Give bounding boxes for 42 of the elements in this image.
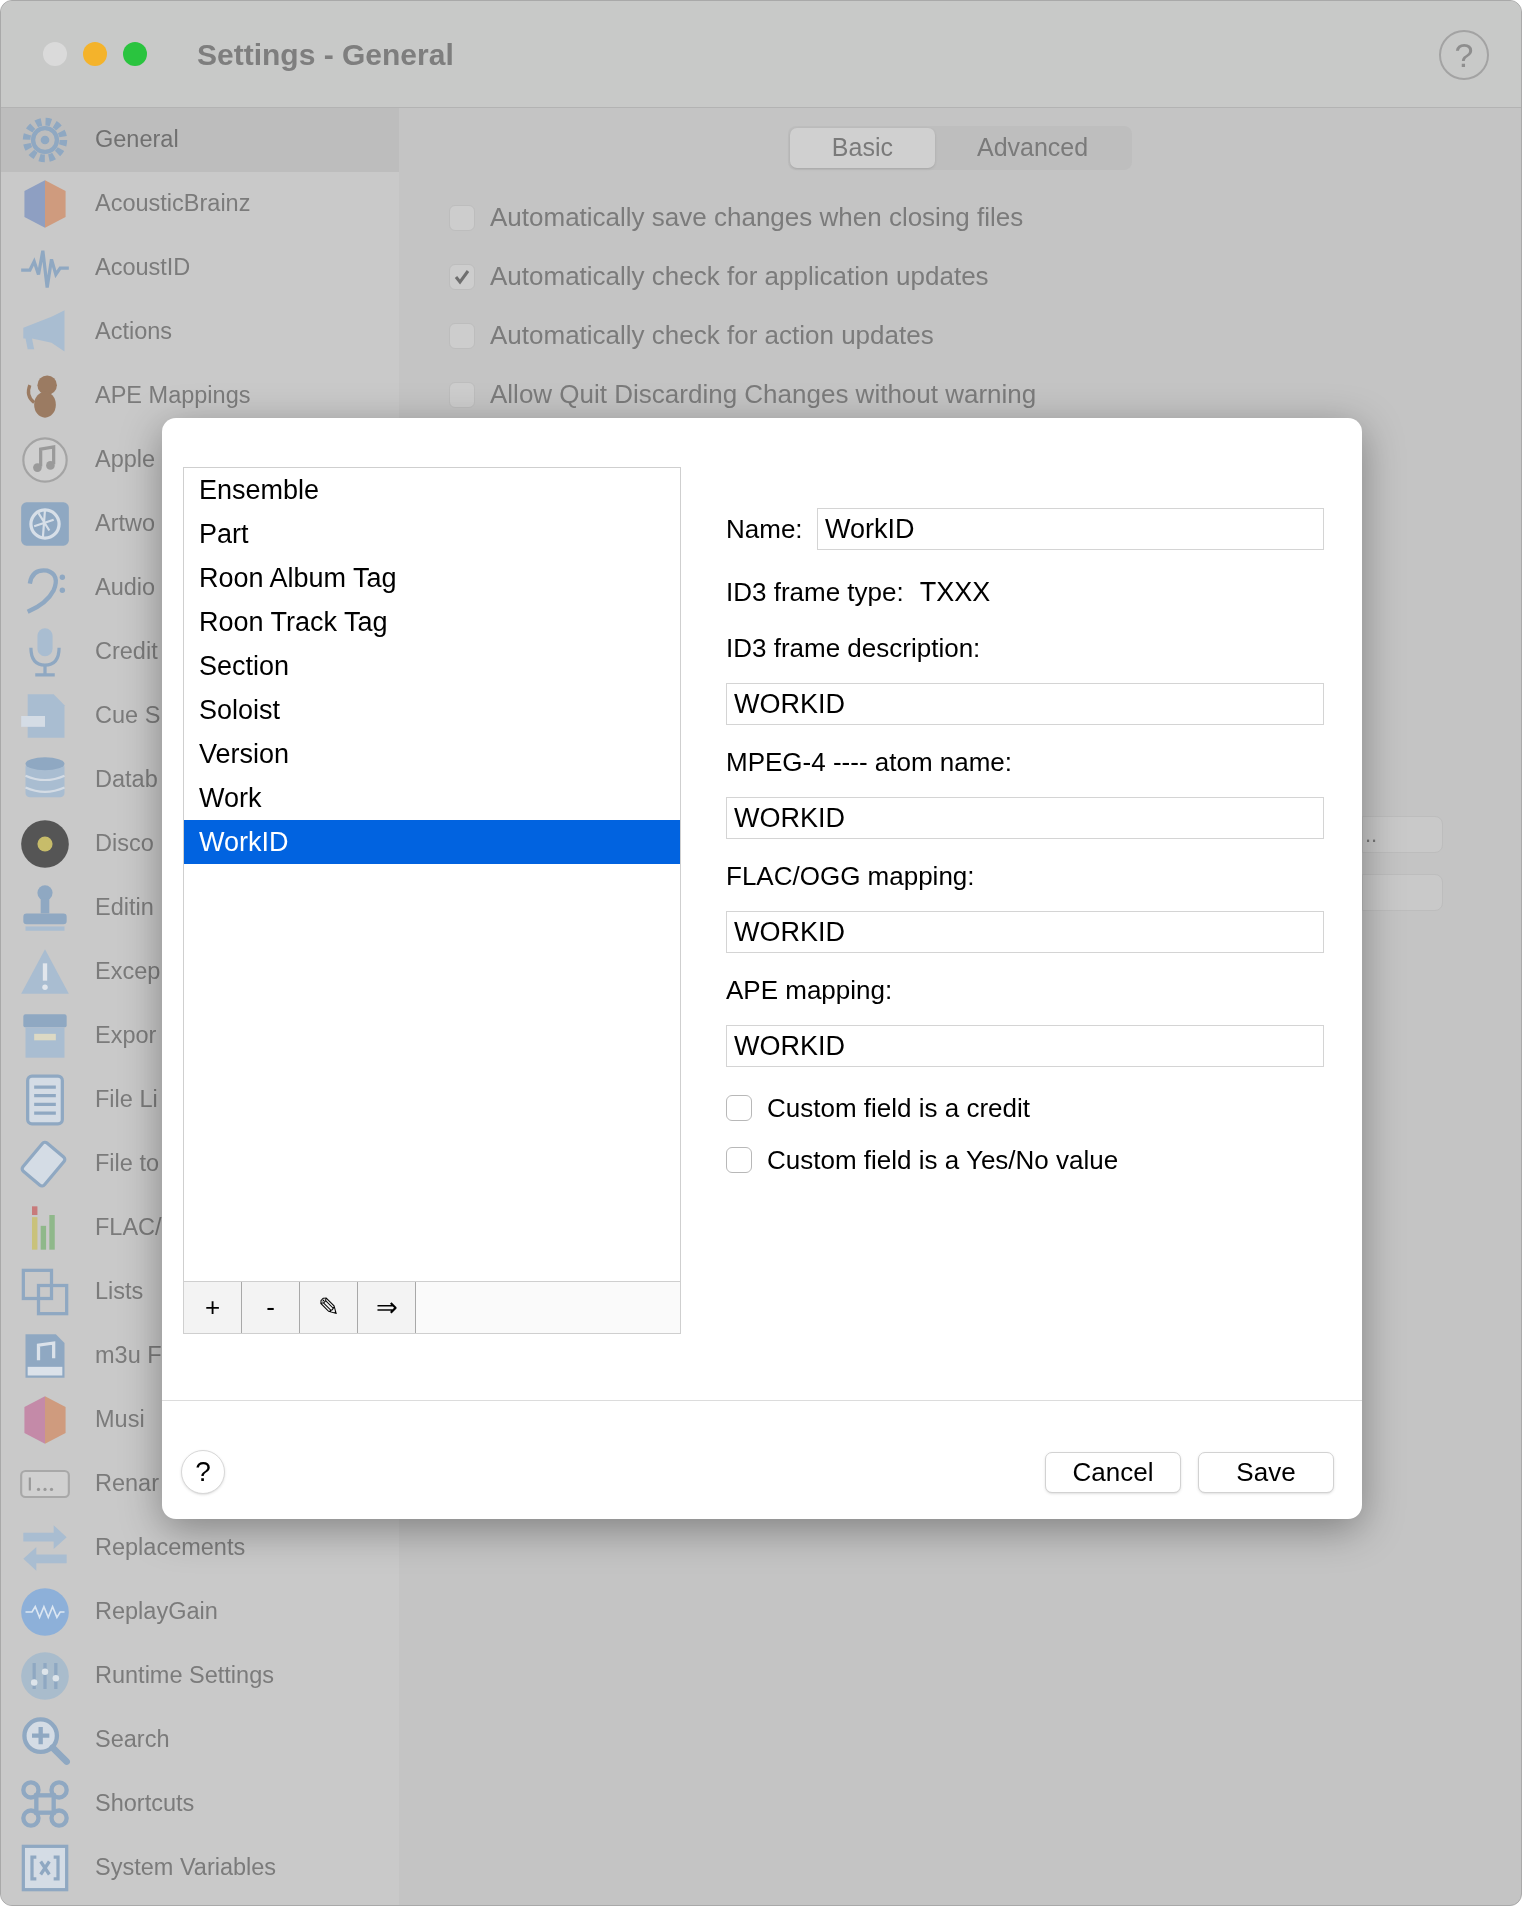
sidebar-label: m3u F — [95, 1341, 162, 1371]
sidebar-label: Musi — [95, 1405, 145, 1435]
sidebar-label: Datab — [95, 765, 158, 795]
sidebar-label: Apple — [95, 445, 156, 475]
field-label: APE mapping: — [726, 973, 894, 1007]
option-label: Allow Quit Discarding Changes without warning — [490, 378, 1037, 411]
sidebar-label: AcoustID — [95, 253, 191, 283]
sidebar-label: Expor — [95, 1021, 157, 1051]
option-label: Automatically save changes when closing files — [490, 201, 1024, 234]
sidebar-label: Shortcuts — [95, 1789, 195, 1819]
field-label: FLAC/OGG mapping: — [726, 859, 976, 893]
sidebar-label: Actions — [95, 317, 173, 347]
sidebar-label: ReplayGain — [95, 1597, 218, 1627]
field-label: MPEG-4 ---- atom name: — [726, 745, 1014, 779]
sidebar-label: File to — [95, 1149, 159, 1179]
sidebar-label: File Li — [95, 1085, 158, 1115]
sidebar-label: System Variables — [95, 1853, 277, 1883]
sidebar-label: Replacements — [95, 1533, 246, 1563]
sidebar-label: AcousticBrainz — [95, 189, 251, 219]
sidebar-label: Editin — [95, 893, 154, 923]
option-label: Automatically check for application updates — [490, 260, 989, 293]
sidebar-label: Disco — [95, 829, 154, 859]
sidebar-label: Runtime Settings — [95, 1661, 274, 1691]
frame-type-value: TXXX — [919, 575, 991, 609]
sidebar-label: Search — [95, 1725, 170, 1755]
frame-type-label: ID3 frame type: — [726, 575, 904, 609]
sidebar-label: General — [95, 125, 179, 155]
sidebar-label: Excep — [95, 957, 161, 987]
sidebar-label: Cue S — [95, 701, 161, 731]
sidebar-label: Credit — [95, 637, 158, 667]
name-label: Name: — [726, 512, 804, 546]
option-label: Automatically check for action updates — [490, 319, 934, 352]
sidebar-label: FLAC/ — [95, 1213, 162, 1243]
sidebar-label: Artwo — [95, 509, 156, 539]
sidebar-label: Lists — [95, 1277, 144, 1307]
checkbox-label: Custom field is a credit — [767, 1091, 1030, 1125]
checkbox-label: Custom field is a Yes/No value — [767, 1143, 1119, 1177]
field-label: ID3 frame description: — [726, 631, 982, 665]
sidebar-label: APE Mappings — [95, 381, 251, 411]
sidebar-label: Renar — [95, 1469, 159, 1499]
window-title: Settings - General — [197, 36, 454, 73]
sidebar-label: Audio — [95, 573, 156, 603]
